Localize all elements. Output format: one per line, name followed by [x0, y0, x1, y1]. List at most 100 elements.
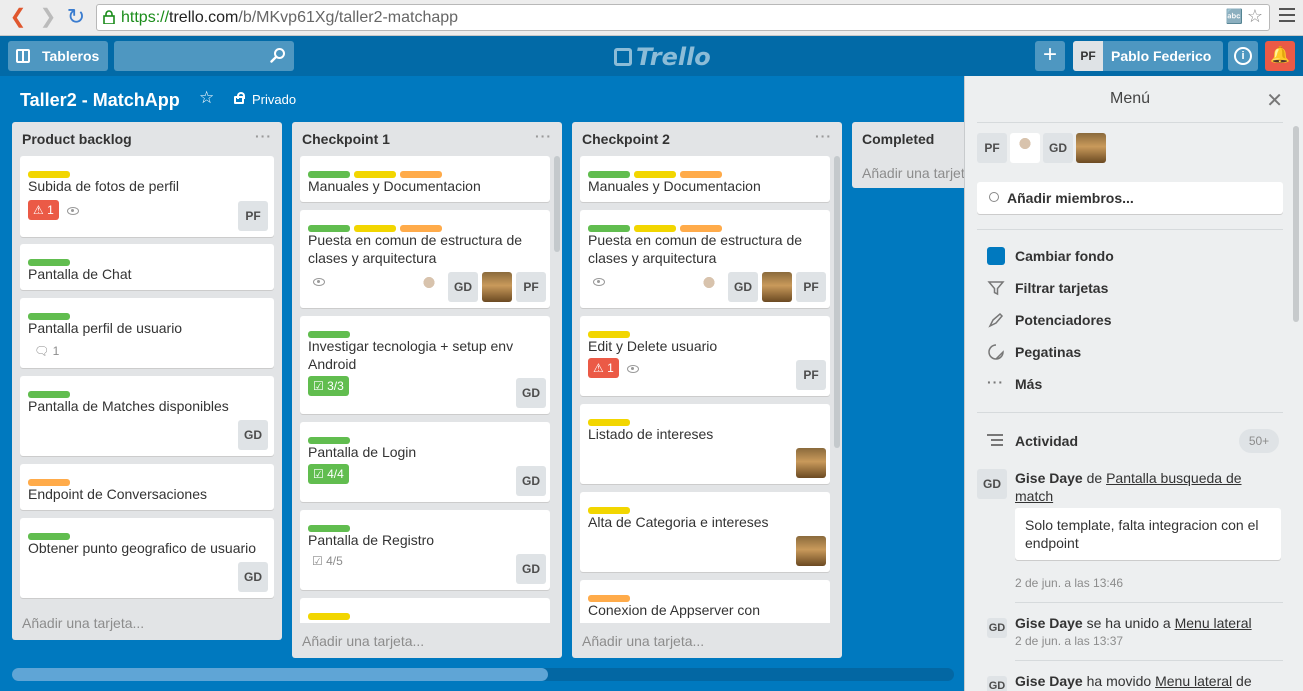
list-menu-icon[interactable]: ··· [815, 128, 832, 144]
card-badges: ☑ 4/5 [312, 554, 343, 568]
member-avatar[interactable]: PF [238, 201, 268, 231]
card[interactable]: Endpoint de Conversaciones [20, 464, 274, 510]
list-scrollbar[interactable] [834, 156, 840, 448]
address-bar[interactable]: https://trello.com/b/MKvp61Xg/taller2-ma… [96, 4, 1270, 31]
activity-item: GD Gise Daye ha movido Menu lateral de [977, 672, 1287, 691]
list-menu-icon[interactable]: ··· [255, 128, 272, 144]
translate-icon[interactable]: 🔤 [1226, 8, 1243, 25]
search-icon[interactable] [270, 47, 286, 63]
visibility-button[interactable]: Privado [234, 92, 296, 107]
member-avatar[interactable]: GD [448, 272, 478, 302]
boards-icon [16, 49, 30, 63]
card-title: Obtener punto geografico de usuario [28, 540, 257, 556]
card[interactable]: Pantalla de Registro ☑ 4/5 GD [300, 510, 550, 590]
checklist-badge: ☑ 3/3 [308, 376, 349, 396]
activity-avatar[interactable]: GD [987, 618, 1007, 638]
card-list: Manuales y Documentacion Puesta en comun… [300, 156, 550, 623]
card[interactable]: Manuales y Documentacion [580, 156, 830, 202]
back-icon[interactable]: ❮ [8, 7, 28, 27]
list-menu-icon[interactable]: ··· [535, 128, 552, 144]
card[interactable]: Listado de intereses [580, 404, 830, 484]
card[interactable]: Puesta en comun de estructura de clases … [580, 210, 830, 308]
card[interactable]: Pantalla de Matches disponibles GD [20, 376, 274, 456]
create-button[interactable]: + [1035, 41, 1065, 71]
star-icon[interactable]: ☆ [199, 88, 214, 108]
menu-item-power-ups[interactable]: Potenciadores [987, 309, 1277, 333]
menu-item-filter-cards[interactable]: Filtrar tarjetas [987, 277, 1277, 301]
activity-avatar[interactable]: GD [977, 469, 1007, 499]
card[interactable]: Edit y Delete usuario ⚠ 1 PF [580, 316, 830, 396]
bookmark-star-icon[interactable]: ☆ [1247, 6, 1263, 27]
card[interactable]: Conexion de Appserver con [580, 580, 830, 623]
member-avatar[interactable]: PF [796, 272, 826, 302]
add-card-link[interactable]: Añadir una tarjeta... [582, 633, 704, 649]
card[interactable]: Pantalla perfil de usuario 🗨 1 [20, 298, 274, 368]
card[interactable]: Obtener punto geografico de usuario GD [20, 518, 274, 598]
card[interactable]: Manuales y Documentacion [300, 156, 550, 202]
forward-icon[interactable]: ❯ [38, 7, 58, 27]
member-avatar[interactable]: PF [977, 133, 1007, 163]
member-avatar[interactable]: GD [516, 466, 546, 496]
boards-button[interactable]: Tableros [8, 41, 108, 71]
user-menu-button[interactable]: PF Pablo Federico [1073, 41, 1223, 71]
member-avatar[interactable]: GD [728, 272, 758, 302]
activity-count-badge[interactable]: 50+ [1239, 429, 1279, 453]
member-avatar-photo[interactable] [1076, 133, 1106, 163]
member-avatar[interactable]: GD [516, 378, 546, 408]
activity-label: Actividad [1015, 433, 1079, 449]
search-box[interactable] [114, 41, 294, 71]
card[interactable] [300, 598, 550, 623]
member-avatar[interactable]: GD [1043, 133, 1073, 163]
add-card-link[interactable]: Añadir una tarjeta... [302, 633, 424, 649]
card[interactable]: Puesta en comun de estructura de clases … [300, 210, 550, 308]
member-avatar[interactable]: GD [516, 554, 546, 584]
activity-time[interactable]: 2 de jun. a las 13:46 [1015, 576, 1123, 590]
scrollbar-thumb[interactable] [12, 668, 548, 681]
member-avatar-photo[interactable] [1010, 133, 1040, 163]
menu-item-stickers[interactable]: Pegatinas [987, 341, 1277, 365]
member-avatar[interactable]: PF [796, 360, 826, 390]
member-avatar-photo[interactable] [796, 448, 826, 478]
card[interactable]: Pantalla de Chat [20, 244, 274, 290]
add-card-link[interactable]: Añadir una tarjeta... [22, 615, 144, 631]
list-title[interactable]: Product backlog [22, 131, 132, 147]
browser-menu-icon[interactable] [1279, 8, 1295, 26]
member-avatar-photo[interactable] [482, 272, 512, 302]
notifications-button[interactable]: 🔔 [1265, 41, 1295, 71]
card[interactable]: Subida de fotos de perfil ⚠ 1 PF [20, 156, 274, 237]
activity-time[interactable]: 2 de jun. a las 13:37 [1015, 634, 1123, 648]
card[interactable]: Investigar tecnologia + setup env Androi… [300, 316, 550, 414]
card[interactable]: Alta de Categoria e intereses [580, 492, 830, 572]
member-avatar[interactable]: PF [516, 272, 546, 302]
list-title[interactable]: Checkpoint 1 [302, 131, 390, 147]
card[interactable]: Pantalla de Login ☑ 4/4 GD [300, 422, 550, 502]
menu-scrollbar[interactable] [1293, 126, 1299, 322]
menu-item-more[interactable]: ··· Más [987, 373, 1277, 397]
add-card-link[interactable]: Añadir una tarjeta... [862, 165, 964, 181]
menu-item-change-background[interactable]: Cambiar fondo [987, 245, 1277, 269]
trello-logo[interactable]: Trello [614, 43, 711, 71]
list-title[interactable]: Checkpoint 2 [582, 131, 670, 147]
add-members-button[interactable]: Añadir miembros... [977, 182, 1283, 214]
activity-avatar[interactable]: GD [987, 676, 1007, 691]
reload-icon[interactable]: ↻ [66, 6, 86, 28]
member-avatar-photo[interactable] [796, 536, 826, 566]
activity-card-link[interactable]: Menu lateral [1175, 615, 1252, 631]
list-title[interactable]: Completed [862, 131, 934, 147]
divider [977, 122, 1283, 123]
activity-card-link[interactable]: Menu lateral [1155, 673, 1232, 689]
card-title: Puesta en comun de estructura de clases … [588, 232, 803, 266]
member-avatar-photo[interactable] [694, 272, 724, 302]
member-avatar-photo[interactable] [762, 272, 792, 302]
member-avatar[interactable]: GD [238, 420, 268, 450]
search-input[interactable] [114, 41, 264, 71]
url-text[interactable]: https://trello.com/b/MKvp61Xg/taller2-ma… [121, 9, 458, 27]
list-scrollbar[interactable] [554, 156, 560, 252]
close-icon[interactable]: ✕ [1266, 88, 1283, 113]
board-title[interactable]: Taller2 - MatchApp [20, 90, 180, 111]
member-avatar-photo[interactable] [414, 272, 444, 302]
board-horizontal-scrollbar[interactable] [12, 668, 954, 681]
info-button[interactable]: i [1228, 41, 1258, 71]
member-avatar[interactable]: GD [238, 562, 268, 592]
card-title: Manuales y Documentacion [308, 178, 481, 194]
